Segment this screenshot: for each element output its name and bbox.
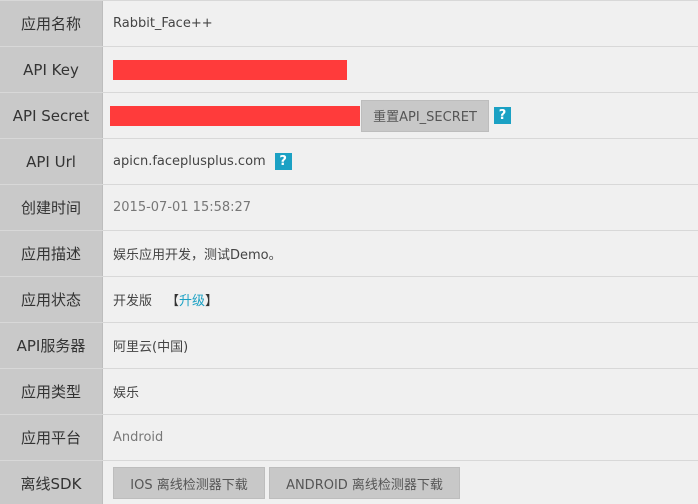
description-label: 应用描述 bbox=[0, 231, 103, 276]
status-text: 开发版 bbox=[113, 294, 153, 309]
api-secret-redaction bbox=[110, 105, 360, 126]
api-url-help-icon[interactable]: ? bbox=[274, 153, 292, 170]
api-key-label: API Key bbox=[0, 47, 103, 92]
platform-value: Android bbox=[103, 415, 698, 460]
row-platform: 应用平台 Android bbox=[0, 415, 698, 461]
api-secret-help-icon[interactable]: ? bbox=[494, 107, 511, 124]
row-server: API服务器 阿里云(中国) bbox=[0, 323, 698, 369]
android-sdk-download-button[interactable]: ANDROID 离线检测器下载 bbox=[269, 467, 460, 499]
api-key-redaction bbox=[113, 59, 347, 80]
api-url-text: apicn.faceplusplus.com bbox=[113, 154, 266, 169]
sdk-value: IOS 离线检测器下载 ANDROID 离线检测器下载 bbox=[103, 461, 698, 504]
app-type-value: 娱乐 bbox=[103, 369, 698, 414]
description-value: 娱乐应用开发，测试Demo。 bbox=[103, 231, 698, 276]
row-app-name: 应用名称 Rabbit_Face++ bbox=[0, 1, 698, 47]
app-name-label: 应用名称 bbox=[0, 1, 103, 46]
reset-api-secret-button[interactable]: 重置API_SECRET bbox=[361, 99, 489, 132]
upgrade-link[interactable]: 升级 bbox=[179, 290, 205, 309]
app-name-value: Rabbit_Face++ bbox=[103, 1, 698, 46]
app-info-table: 应用名称 Rabbit_Face++ API Key API Secret 重置… bbox=[0, 0, 698, 504]
platform-label: 应用平台 bbox=[0, 415, 103, 460]
row-sdk: 离线SDK IOS 离线检测器下载 ANDROID 离线检测器下载 bbox=[0, 461, 698, 504]
sdk-label: 离线SDK bbox=[0, 461, 103, 504]
row-api-secret: API Secret 重置API_SECRET ? bbox=[0, 93, 698, 139]
server-value: 阿里云(中国) bbox=[103, 323, 698, 368]
created-time-label: 创建时间 bbox=[0, 185, 103, 230]
upgrade-bracket-open: 【 bbox=[166, 294, 180, 309]
row-app-type: 应用类型 娱乐 bbox=[0, 369, 698, 415]
api-url-value: apicn.faceplusplus.com ? bbox=[103, 139, 698, 184]
app-type-label: 应用类型 bbox=[0, 369, 103, 414]
status-value: 开发版 【 升级 】 bbox=[103, 277, 698, 322]
created-time-value: 2015-07-01 15:58:27 bbox=[103, 185, 698, 230]
api-url-label: API Url bbox=[0, 139, 103, 184]
api-key-value bbox=[103, 47, 698, 92]
ios-sdk-download-button[interactable]: IOS 离线检测器下载 bbox=[113, 467, 265, 499]
server-label: API服务器 bbox=[0, 323, 103, 368]
row-api-url: API Url apicn.faceplusplus.com ? bbox=[0, 139, 698, 185]
row-api-key: API Key bbox=[0, 47, 698, 93]
upgrade-bracket-close: 】 bbox=[205, 294, 219, 309]
row-status: 应用状态 开发版 【 升级 】 bbox=[0, 277, 698, 323]
row-created-time: 创建时间 2015-07-01 15:58:27 bbox=[0, 185, 698, 231]
api-secret-label: API Secret bbox=[0, 93, 103, 138]
row-description: 应用描述 娱乐应用开发，测试Demo。 bbox=[0, 231, 698, 277]
status-label: 应用状态 bbox=[0, 277, 103, 322]
api-secret-value: 重置API_SECRET ? bbox=[103, 93, 698, 138]
